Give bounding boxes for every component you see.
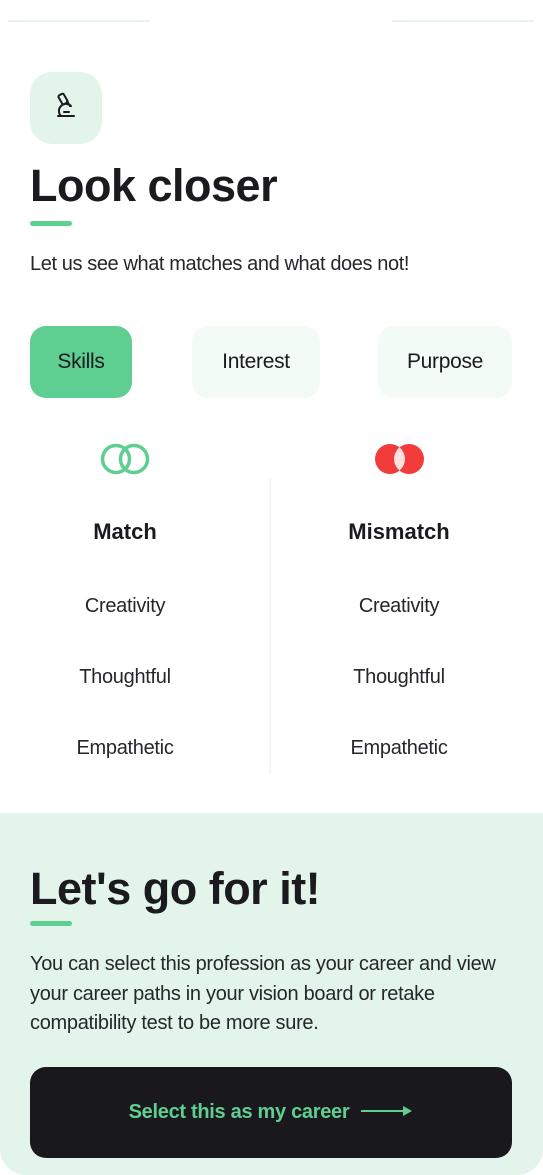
cta-title: Let's go for it! xyxy=(30,863,321,914)
page-title: Look closer xyxy=(30,160,278,211)
select-career-button[interactable]: Select this as my career xyxy=(30,1067,512,1158)
tab-interest[interactable]: Interest xyxy=(192,326,320,398)
title-accent-bar xyxy=(30,221,72,226)
select-career-label: Select this as my career xyxy=(128,1101,350,1123)
mismatch-item: Empathetic xyxy=(350,737,448,759)
tab-skills[interactable]: Skills xyxy=(30,326,132,398)
mismatch-title: Mismatch xyxy=(348,519,450,544)
cta-accent-bar xyxy=(30,921,72,926)
match-item: Creativity xyxy=(84,595,166,617)
top-divider-left xyxy=(8,20,150,22)
cta-panel: Let's go for it! You can select this pro… xyxy=(0,813,543,1175)
column-divider xyxy=(269,478,271,774)
arrow-right-icon xyxy=(361,1104,413,1122)
cta-description: You can select this profession as your c… xyxy=(30,953,496,1034)
top-divider-right xyxy=(392,20,534,22)
tab-purpose[interactable]: Purpose xyxy=(378,326,512,398)
match-title: Match xyxy=(93,519,157,544)
match-icon xyxy=(99,442,153,481)
match-item: Empathetic xyxy=(76,737,174,759)
page-subtitle: Let us see what matches and what does no… xyxy=(30,253,410,275)
mismatch-item: Thoughtful xyxy=(353,666,445,688)
microscope-icon xyxy=(53,92,79,125)
microscope-badge xyxy=(30,72,102,144)
match-item: Thoughtful xyxy=(79,666,171,688)
mismatch-item: Creativity xyxy=(358,595,440,617)
mismatch-icon xyxy=(373,442,427,481)
